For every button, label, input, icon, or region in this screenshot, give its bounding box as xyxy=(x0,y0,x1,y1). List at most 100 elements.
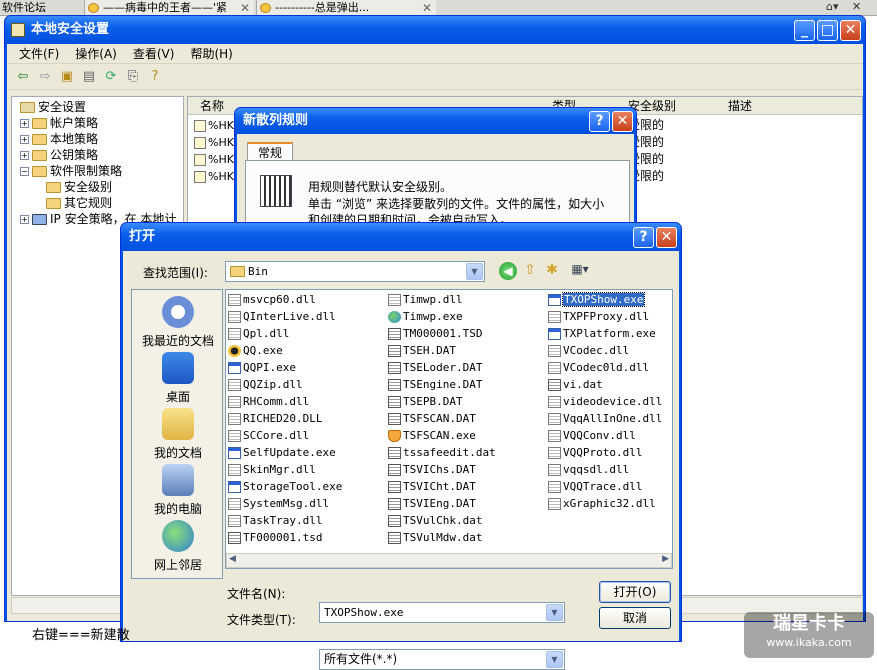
minimize-button[interactable]: _ xyxy=(794,20,815,41)
file-item[interactable]: Timwp.dll xyxy=(388,292,463,308)
file-item[interactable]: xGraphic32.dll xyxy=(548,496,656,512)
close-button[interactable]: ✕ xyxy=(656,227,677,248)
cancel-button[interactable]: 取消 xyxy=(599,607,671,629)
close-button[interactable]: ✕ xyxy=(840,20,861,41)
refresh-icon[interactable]: ⟳ xyxy=(101,67,121,87)
view-menu-icon[interactable]: ▦▾ xyxy=(567,262,593,280)
scroll-right-icon[interactable]: ▶ xyxy=(662,554,669,564)
browser-tab-0[interactable]: 软件论坛 xyxy=(0,0,46,16)
back-icon[interactable]: ◀ xyxy=(499,262,517,280)
expand-icon[interactable]: + xyxy=(20,119,29,128)
expand-icon[interactable]: + xyxy=(20,215,29,224)
file-item[interactable]: QQZip.dll xyxy=(228,377,303,393)
collapse-icon[interactable]: − xyxy=(20,167,29,176)
export-list-icon[interactable]: ⎘ xyxy=(123,67,143,87)
place-network[interactable]: 网上邻居 xyxy=(132,520,224,573)
scroll-left-icon[interactable]: ◀ xyxy=(229,554,236,564)
file-item[interactable]: TSVIChs.DAT xyxy=(388,462,476,478)
file-item[interactable]: TSEPB.DAT xyxy=(388,394,463,410)
help-button[interactable]: ? xyxy=(589,111,610,132)
expand-icon[interactable]: + xyxy=(20,135,29,144)
file-item[interactable]: VQQProto.dll xyxy=(548,445,642,461)
menu-action[interactable]: 操作(A) xyxy=(67,44,125,64)
file-item[interactable]: TSVulMdw.dat xyxy=(388,530,482,546)
column-name[interactable]: 名称 xyxy=(200,97,224,115)
maximize-button[interactable]: □ xyxy=(817,20,838,41)
file-item[interactable]: TF000001.tsd xyxy=(228,530,322,546)
expand-icon[interactable]: + xyxy=(20,151,29,160)
file-item[interactable]: TSVIEng.DAT xyxy=(388,496,476,512)
file-item[interactable]: RHComm.dll xyxy=(228,394,309,410)
file-item[interactable]: VQQConv.dll xyxy=(548,428,636,444)
file-item[interactable]: Qpl.dll xyxy=(228,326,289,342)
file-item[interactable]: TSELoder.DAT xyxy=(388,360,482,376)
file-item[interactable]: VqqAllInOne.dll xyxy=(548,411,662,427)
menu-view[interactable]: 查看(V) xyxy=(125,44,183,64)
menu-help[interactable]: 帮助(H) xyxy=(182,44,240,64)
close-tab-icon[interactable]: ✕ xyxy=(422,0,432,16)
chevron-down-icon[interactable]: ▼ xyxy=(546,604,563,621)
file-item[interactable]: StorageTool.exe xyxy=(228,479,342,495)
tab-general[interactable]: 常规 xyxy=(247,142,294,162)
home-icon[interactable]: ⌂▾ xyxy=(826,0,839,13)
tree-item-account-policy[interactable]: + 帐户策略 xyxy=(20,115,183,131)
file-item[interactable]: vi.dat xyxy=(548,377,603,393)
file-item[interactable]: QInterLive.dll xyxy=(228,309,336,325)
place-my-documents[interactable]: 我的文档 xyxy=(132,408,224,461)
tree-item-security-settings[interactable]: 安全设置 xyxy=(20,99,183,115)
file-item[interactable]: RICHED20.DLL xyxy=(228,411,322,427)
new-folder-icon[interactable]: ✱ xyxy=(543,262,561,280)
horizontal-scrollbar[interactable]: ◀ ▶ xyxy=(226,553,672,568)
filetype-select[interactable]: 所有文件(*.*) ▼ xyxy=(319,649,565,670)
tree-item-local-policy[interactable]: + 本地策略 xyxy=(20,131,183,147)
show-tree-icon[interactable]: ▤ xyxy=(79,67,99,87)
filename-input[interactable]: TXOPShow.exe ▼ xyxy=(319,602,565,623)
file-item[interactable]: vqqsdl.dll xyxy=(548,462,629,478)
close-tab-icon[interactable]: ✕ xyxy=(240,0,250,16)
file-item[interactable]: QQPI.exe xyxy=(228,360,296,376)
file-item[interactable]: TSFSCAN.exe xyxy=(388,428,476,444)
file-item[interactable]: VCodec.dll xyxy=(548,343,629,359)
help-button[interactable]: ? xyxy=(633,227,654,248)
file-item[interactable]: TSFSCAN.DAT xyxy=(388,411,476,427)
file-item[interactable]: tssafeedit.dat xyxy=(388,445,496,461)
browser-tab-1[interactable]: ——病毒中的王者——'紧 ✕ xyxy=(84,0,254,16)
up-folder-icon[interactable]: ▣ xyxy=(57,67,77,87)
close-button[interactable]: ✕ xyxy=(612,111,633,132)
place-desktop[interactable]: 桌面 xyxy=(132,352,224,405)
file-item[interactable]: SystemMsg.dll xyxy=(228,496,329,512)
file-item[interactable]: SCCore.dll xyxy=(228,428,309,444)
close-icon[interactable]: ✕ xyxy=(852,0,861,13)
chevron-down-icon[interactable]: ▼ xyxy=(466,263,483,280)
open-button[interactable]: 打开(O) xyxy=(599,581,671,603)
file-item[interactable]: TXOPShow.exe xyxy=(548,292,646,308)
menu-file[interactable]: 文件(F) xyxy=(11,44,67,64)
file-item[interactable]: msvcp60.dll xyxy=(228,292,316,308)
file-item[interactable]: VCodec0ld.dll xyxy=(548,360,649,376)
file-item[interactable]: TSVICht.DAT xyxy=(388,479,476,495)
column-description[interactable]: 描述 xyxy=(728,97,752,115)
file-item[interactable]: TSEH.DAT xyxy=(388,343,456,359)
tree-item-software-restriction[interactable]: − 软件限制策略 xyxy=(20,163,183,179)
file-item[interactable]: TaskTray.dll xyxy=(228,513,322,529)
forward-icon[interactable]: ⇨ xyxy=(35,67,55,87)
file-item[interactable]: TXPFProxy.dll xyxy=(548,309,649,325)
tree-item-security-levels[interactable]: 安全级别 xyxy=(20,179,183,195)
file-item[interactable]: SkinMgr.dll xyxy=(228,462,316,478)
look-in-combo[interactable]: Bin ▼ xyxy=(225,261,485,282)
up-folder-icon[interactable]: ⇧ xyxy=(521,262,539,280)
file-item[interactable]: VQQTrace.dll xyxy=(548,479,642,495)
place-my-computer[interactable]: 我的电脑 xyxy=(132,464,224,517)
chevron-down-icon[interactable]: ▼ xyxy=(546,651,563,668)
file-item[interactable]: TSEngine.DAT xyxy=(388,377,482,393)
file-item[interactable]: TSVulChk.dat xyxy=(388,513,482,529)
back-icon[interactable]: ⇦ xyxy=(13,67,33,87)
file-item[interactable]: QQ.exe xyxy=(228,343,283,359)
tree-item-public-key-policy[interactable]: + 公钥策略 xyxy=(20,147,183,163)
help-icon[interactable]: ? xyxy=(145,67,165,87)
place-recent[interactable]: 我最近的文档 xyxy=(132,296,224,349)
file-item[interactable]: videodevice.dll xyxy=(548,394,662,410)
file-item[interactable]: Timwp.exe xyxy=(388,309,463,325)
file-item[interactable]: TM000001.TSD xyxy=(388,326,482,342)
file-item[interactable]: SelfUpdate.exe xyxy=(228,445,336,461)
